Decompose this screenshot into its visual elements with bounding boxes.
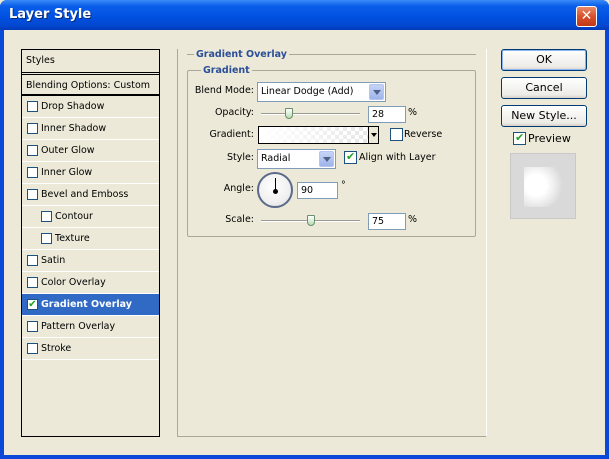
style-item-label: Inner Shadow	[41, 123, 107, 134]
gradient-preview	[259, 127, 378, 143]
title-bar[interactable]: Layer Style ✕	[0, 0, 609, 30]
blend-mode-label: Blend Mode:	[194, 85, 254, 96]
style-item-label: Color Overlay	[41, 277, 106, 288]
style-item-label: Outer Glow	[41, 145, 95, 156]
layer-style-window: Layer Style ✕ Styles Blending Options: C…	[0, 0, 609, 459]
style-item-bevel-and-emboss[interactable]: Bevel and Emboss	[22, 184, 159, 206]
close-button[interactable]: ✕	[576, 6, 597, 27]
styles-list-header[interactable]: Styles	[22, 50, 159, 73]
style-item-checkbox[interactable]	[41, 211, 52, 222]
style-item-inner-shadow[interactable]: Inner Shadow	[22, 118, 159, 140]
align-with-layer-checkbox[interactable]	[344, 150, 357, 164]
style-item-label: Pattern Overlay	[41, 321, 116, 332]
angle-hub	[273, 189, 278, 194]
preview-swatch	[524, 167, 564, 207]
style-item-inner-glow[interactable]: Inner Glow	[22, 162, 159, 184]
blend-mode-select[interactable]: Linear Dodge (Add)	[257, 82, 386, 102]
style-item-label: Drop Shadow	[41, 101, 105, 112]
style-item-checkbox[interactable]	[27, 321, 38, 332]
style-item-checkbox[interactable]	[27, 255, 38, 266]
scale-slider-thumb[interactable]	[306, 215, 315, 226]
new-style-button[interactable]: New Style...	[501, 105, 587, 127]
style-item-stroke[interactable]: Stroke	[22, 338, 159, 360]
preview-checkbox[interactable]	[513, 131, 526, 145]
cancel-button[interactable]: Cancel	[501, 77, 587, 99]
align-with-layer-label: Align with Layer	[359, 152, 436, 163]
style-item-label: Inner Glow	[41, 167, 93, 178]
style-item-label: Texture	[55, 233, 90, 244]
style-item-checkbox[interactable]	[27, 145, 38, 156]
scale-unit: %	[408, 214, 418, 225]
style-item-checkbox[interactable]	[27, 167, 38, 178]
style-item-checkbox[interactable]	[27, 189, 38, 200]
style-value: Radial	[261, 153, 291, 164]
style-item-satin[interactable]: Satin	[22, 250, 159, 272]
styles-list: Styles Blending Options: Custom Drop Sha…	[21, 49, 160, 437]
style-item-pattern-overlay[interactable]: Pattern Overlay	[22, 316, 159, 338]
style-item-color-overlay[interactable]: Color Overlay	[22, 272, 159, 294]
blending-options-item[interactable]: Blending Options: Custom	[22, 74, 159, 96]
reverse-checkbox[interactable]	[390, 128, 403, 141]
angle-label: Angle:	[223, 183, 254, 194]
style-item-label: Satin	[41, 255, 66, 266]
style-item-gradient-overlay[interactable]: ✔ Gradient Overlay	[22, 294, 159, 316]
gradient-label: Gradient:	[209, 129, 254, 140]
opacity-input[interactable]: 28	[368, 106, 406, 123]
style-item-label: Stroke	[41, 343, 72, 354]
scale-input[interactable]: 75	[368, 213, 406, 230]
style-item-contour[interactable]: Contour	[22, 206, 159, 228]
blend-mode-value: Linear Dodge (Add)	[261, 86, 354, 97]
opacity-label: Opacity:	[214, 107, 254, 118]
opacity-slider-thumb[interactable]	[284, 108, 293, 119]
style-item-checkbox[interactable]	[41, 233, 52, 244]
preview-label: Preview	[528, 132, 571, 145]
style-item-outer-glow[interactable]: Outer Glow	[22, 140, 159, 162]
section-title: Gradient Overlay	[194, 49, 289, 60]
preview-thumbnail	[510, 153, 576, 219]
chevron-down-icon[interactable]	[369, 84, 384, 100]
degree-unit: °	[341, 180, 346, 191]
reverse-label: Reverse	[404, 129, 443, 140]
style-item-label: Gradient Overlay	[41, 299, 132, 310]
scale-label: Scale:	[225, 214, 254, 225]
chevron-down-icon[interactable]	[319, 151, 334, 167]
angle-dial[interactable]	[257, 172, 293, 208]
style-item-checkbox[interactable]: ✔	[27, 299, 38, 310]
style-item-checkbox[interactable]	[27, 101, 38, 112]
style-select[interactable]: Radial	[257, 149, 336, 169]
style-item-label: Bevel and Emboss	[41, 189, 129, 200]
style-item-label: Contour	[55, 211, 93, 222]
style-item-texture[interactable]: Texture	[22, 228, 159, 250]
gradient-picker[interactable]	[258, 126, 379, 144]
style-item-checkbox[interactable]	[27, 277, 38, 288]
style-label: Style:	[226, 152, 254, 163]
group-title: Gradient	[201, 65, 252, 76]
style-item-drop-shadow[interactable]: Drop Shadow	[22, 96, 159, 118]
angle-input[interactable]: 90	[297, 182, 338, 199]
gradient-dropdown-icon[interactable]	[368, 127, 378, 143]
dialog-body: Styles Blending Options: Custom Drop Sha…	[4, 30, 605, 455]
style-item-checkbox[interactable]	[27, 123, 38, 134]
close-icon: ✕	[580, 8, 593, 24]
style-item-checkbox[interactable]	[27, 343, 38, 354]
opacity-unit: %	[408, 107, 418, 118]
window-title: Layer Style	[9, 7, 92, 22]
ok-button[interactable]: OK	[501, 49, 587, 71]
opacity-slider-track[interactable]	[261, 113, 360, 115]
